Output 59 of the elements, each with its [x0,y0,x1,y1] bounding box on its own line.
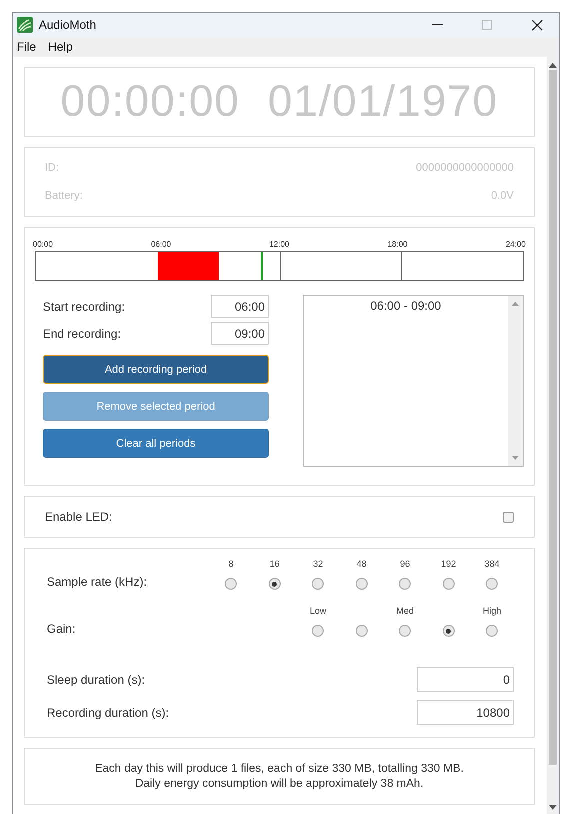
radio-button[interactable] [356,578,368,590]
summary-text: Each day this will produce 1 files, each of size 330 MB, totalling 330 MB. [95,763,464,775]
app-logo-icon [17,17,33,33]
radio-button[interactable] [486,578,498,590]
time-input[interactable]: 06:00 [211,295,269,318]
summary-text: Daily energy consumption will be approximately 38 mAh. [135,778,424,790]
menu-item[interactable]: Help [48,40,74,54]
maximize-icon[interactable] [482,20,492,30]
field-label: Start recording: [43,300,126,314]
window-title: AudioMoth [39,18,98,32]
info-label: ID: [45,162,60,174]
option-label: 192 [441,559,456,569]
option-label: 96 [400,559,410,569]
timeline-tick: 18:00 [388,240,408,249]
scroll-up-icon[interactable] [549,63,557,68]
scroll-down-icon[interactable] [549,805,557,810]
menu-item[interactable]: File [17,40,36,54]
recording-period-block [158,252,219,280]
radio-button[interactable] [225,578,238,590]
option-label: Med [396,606,414,616]
radio-button[interactable] [356,625,368,637]
option-label: 8 [228,559,234,569]
field-label: Recording duration (s): [47,706,170,720]
field-label: Sleep duration (s): [47,672,146,686]
option-label: 32 [313,559,324,569]
scrollbar-thumb[interactable] [549,70,557,765]
action-button[interactable]: Add recording period [43,355,269,384]
radio-button[interactable] [399,578,412,590]
led-checkbox[interactable] [503,512,514,522]
timeline-tick: 12:00 [269,240,290,249]
radio-button[interactable] [486,625,498,637]
option-label: Low [310,606,326,616]
duration-input[interactable]: 10800 [417,700,514,725]
action-button[interactable]: Clear all periods [43,429,269,458]
period-item[interactable]: 06:00 - 09:00 [366,299,446,313]
option-label: High [482,606,502,616]
option-label: 48 [356,559,367,569]
radio-button[interactable] [442,578,455,590]
duration-input[interactable]: 0 [417,667,514,692]
info-value: 0.0V [491,190,514,202]
radio-button[interactable] [399,625,412,637]
info-label: Battery: [45,190,83,202]
option-label: 384 [484,559,500,569]
field-label: End recording: [43,326,122,340]
radio-button[interactable] [268,578,281,590]
radio-button[interactable] [442,625,455,637]
option-label: 16 [270,559,280,569]
led-label: Enable LED: [45,510,112,524]
timeline-tick: 24:00 [506,240,526,249]
setting-label: Sample rate (kHz): [47,575,148,590]
time-input[interactable]: 09:00 [211,322,269,345]
close-icon[interactable] [532,20,542,30]
radio-button[interactable] [312,578,324,590]
minimize-icon[interactable] [432,24,442,26]
setting-label: Gain: [47,622,77,637]
radio-button[interactable] [312,625,324,637]
info-value: 0000000000000000 [416,162,514,174]
timeline-tick: 06:00 [151,240,172,249]
timeline-tick: 00:00 [33,240,54,249]
